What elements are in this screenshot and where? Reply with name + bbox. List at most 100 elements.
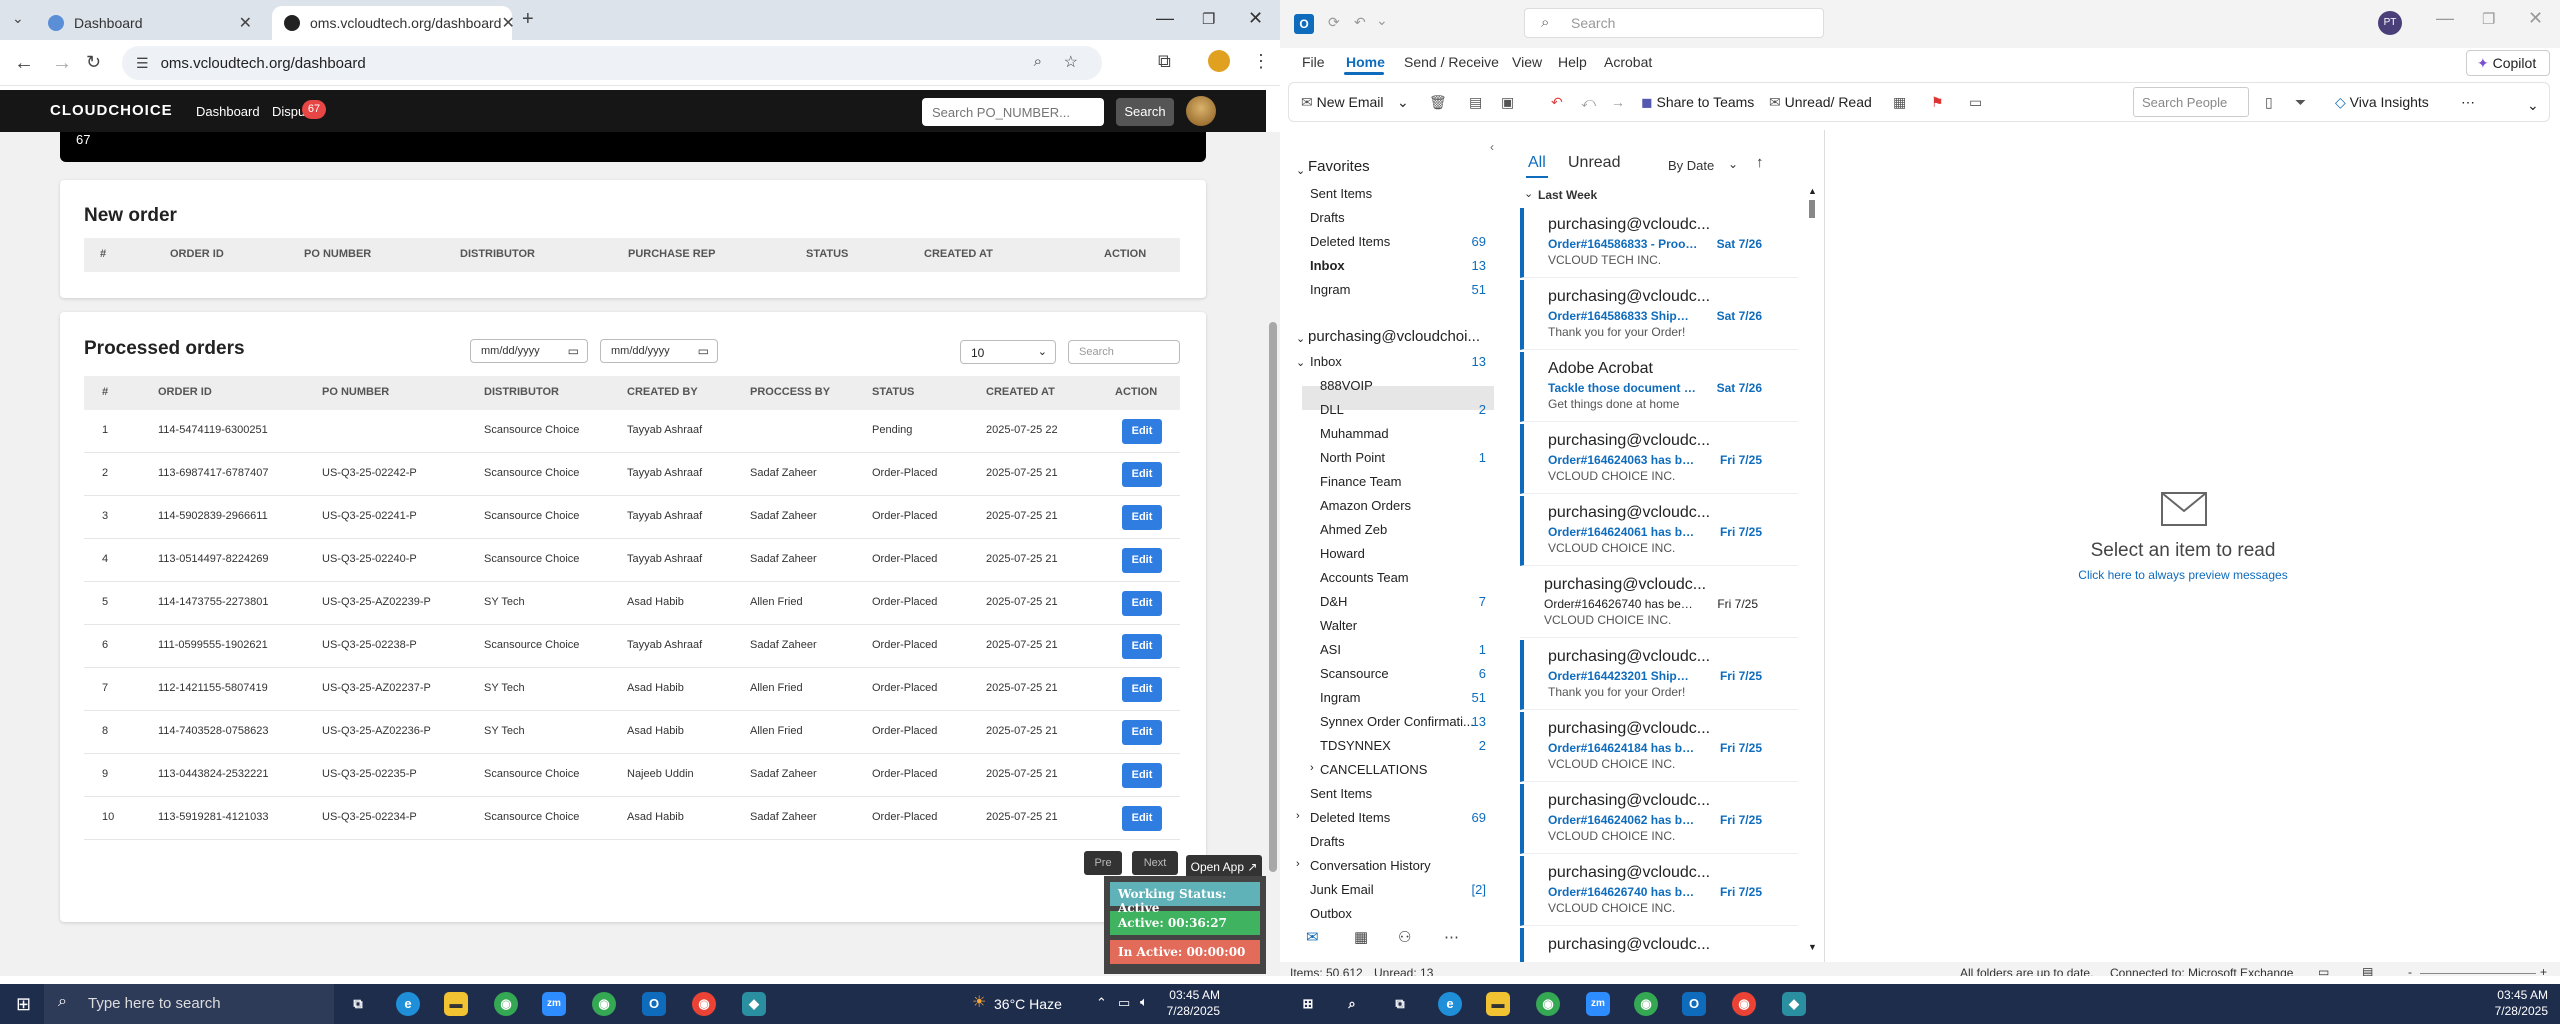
app-icon[interactable]: ◆ <box>742 992 766 1016</box>
scroll-up-icon[interactable]: ▲ <box>1808 186 1817 196</box>
calendar-icon[interactable]: ▭ <box>698 344 709 358</box>
root-folder[interactable]: Junk Email <box>1310 882 1374 897</box>
subfolder[interactable]: Accounts Team <box>1320 570 1409 585</box>
favorite-folder[interactable]: Drafts <box>1310 210 1345 225</box>
inbox-folder[interactable]: Inbox <box>1310 354 1342 369</box>
edit-button[interactable]: Edit <box>1122 462 1162 487</box>
filter-all-tab[interactable]: All <box>1528 154 1546 172</box>
subfolder[interactable]: Ahmed Zeb <box>1320 522 1387 537</box>
menu-acrobat[interactable]: Acrobat <box>1604 54 1652 70</box>
edit-button[interactable]: Edit <box>1122 677 1162 702</box>
edit-button[interactable]: Edit <box>1122 548 1162 573</box>
clock-date[interactable]: 7/28/2025 <box>2480 1004 2548 1018</box>
address-book-icon[interactable]: ▯ <box>2265 94 2273 111</box>
file-explorer-icon[interactable]: ▬ <box>1486 992 1510 1016</box>
edge-icon[interactable]: e <box>396 992 420 1016</box>
message-item[interactable]: purchasing@vcloudc... Order#164423201 Shi… <box>1520 640 1798 710</box>
calendar-nav-icon[interactable]: ▦ <box>1354 928 1368 946</box>
maximize-icon[interactable]: ❐ <box>1202 10 1215 28</box>
edit-button[interactable]: Edit <box>1122 806 1162 831</box>
subfolder[interactable]: North Point <box>1320 450 1385 465</box>
date-from-input[interactable]: mm/dd/yyyy ▭ <box>470 339 588 363</box>
close-window-icon[interactable]: ✕ <box>2528 8 2543 29</box>
favorite-folder[interactable]: Inbox <box>1310 258 1345 273</box>
search-people-input[interactable]: Search People <box>2133 87 2249 117</box>
zoom-icon[interactable]: ⌕ <box>1034 53 1042 70</box>
volume-icon[interactable]: 🔈︎ <box>1140 994 1148 1010</box>
collapse-pane-icon[interactable]: ‹ <box>1490 140 1494 154</box>
outlook-search-box[interactable]: ⌕ Search <box>1524 8 1824 38</box>
edit-button[interactable]: Edit <box>1122 505 1162 530</box>
page-scrollbar[interactable] <box>1266 132 1280 976</box>
sort-direction-icon[interactable]: ↑ <box>1756 154 1764 171</box>
subfolder[interactable]: TDSYNNEX <box>1320 738 1391 753</box>
windows-start-icon[interactable]: ⊞ <box>1296 992 1320 1016</box>
favorite-folder[interactable]: Deleted Items <box>1310 234 1390 249</box>
message-item[interactable]: purchasing@vcloudc... Order#164624062 has… <box>1520 784 1798 854</box>
new-email-dropdown-icon[interactable]: ⌄ <box>1397 94 1409 111</box>
subfolder[interactable]: DLL <box>1320 402 1344 417</box>
menu-send-receive[interactable]: Send / Receive <box>1404 54 1499 70</box>
subfolder[interactable]: Muhammad <box>1320 426 1389 441</box>
scroll-thumb[interactable] <box>1269 322 1277 872</box>
rules-icon[interactable]: ▭ <box>1969 94 1982 111</box>
message-item[interactable]: purchasing@vcloudc... Order#164624063 has… <box>1520 424 1798 494</box>
subfolder[interactable]: ASI <box>1320 642 1341 657</box>
close-tab-icon[interactable]: ✕ <box>239 13 252 33</box>
edit-button[interactable]: Edit <box>1122 591 1162 616</box>
network-icon[interactable]: ▭ <box>1118 995 1130 1011</box>
new-email-button[interactable]: ✉ New Email <box>1301 94 1384 111</box>
normal-view-icon[interactable]: ▭ <box>2318 965 2329 976</box>
search-icon[interactable]: ⌕ <box>1340 992 1364 1016</box>
windows-start-icon[interactable]: ⊞ <box>16 994 31 1015</box>
filter-email-icon[interactable]: ⏷ <box>2295 94 2306 111</box>
taskbar-search-box[interactable]: ⌕ Type here to search <box>44 984 334 1024</box>
scroll-down-icon[interactable]: ▼ <box>1808 942 1817 952</box>
scroll-thumb[interactable] <box>1809 200 1815 218</box>
more-options-icon[interactable]: ⋯ <box>2461 94 2475 111</box>
menu-help[interactable]: Help <box>1558 54 1587 70</box>
maximize-icon[interactable]: ❐ <box>2482 10 2495 28</box>
filter-unread-tab[interactable]: Unread <box>1568 154 1620 172</box>
zoom-app-icon[interactable]: zm <box>1586 992 1610 1016</box>
extensions-icon[interactable]: ⧉ <box>1158 51 1171 72</box>
subfolder[interactable]: D&H <box>1320 594 1347 609</box>
zoom-slider[interactable] <box>2420 973 2536 974</box>
task-view-icon[interactable]: ⧉ <box>1388 992 1412 1016</box>
site-info-icon[interactable]: ☰ <box>136 55 149 72</box>
message-item[interactable]: purchasing@vcloudc... Order#164626740 has… <box>1520 568 1798 638</box>
account-collapse-icon[interactable]: ⌄ <box>1296 332 1305 345</box>
bookmark-star-icon[interactable]: ☆ <box>1064 52 1078 72</box>
close-tab-icon[interactable]: ✕ <box>501 13 514 33</box>
forward-icon[interactable]: → <box>1611 94 1625 110</box>
message-list-scrollbar[interactable]: ▲ ▼ <box>1806 186 1818 956</box>
nav-dashboard[interactable]: Dashboard <box>196 104 260 119</box>
date-to-input[interactable]: mm/dd/yyyy ▭ <box>600 339 718 363</box>
forward-icon[interactable]: → <box>52 52 72 75</box>
undo-icon[interactable]: ↶ <box>1354 14 1366 31</box>
po-number-search-input[interactable] <box>922 98 1104 126</box>
root-folder[interactable]: Drafts <box>1310 834 1345 849</box>
archive-icon[interactable]: ▤ <box>1469 94 1482 111</box>
subfolder[interactable]: Walter <box>1320 618 1357 633</box>
edge-icon[interactable]: e <box>1438 992 1462 1016</box>
sort-by-date[interactable]: By Date <box>1668 158 1714 173</box>
viva-insights-button[interactable]: ◇ Viva Insights <box>2335 94 2429 111</box>
task-view-icon[interactable]: ⧉ <box>346 992 370 1016</box>
clock-time[interactable]: 03:45 AM <box>1160 988 1220 1002</box>
chrome-icon[interactable]: ◉ <box>1536 992 1560 1016</box>
file-explorer-icon[interactable]: ▬ <box>444 992 468 1016</box>
reply-icon[interactable]: ↶ <box>1551 94 1563 111</box>
menu-file[interactable]: File <box>1302 54 1325 70</box>
root-folder[interactable]: Outbox <box>1310 906 1352 921</box>
message-item[interactable]: purchasing@vcloudc... Order#164624061 has… <box>1520 496 1798 566</box>
orders-search-input[interactable]: Search <box>1068 340 1180 364</box>
url-field[interactable]: ☰ oms.vcloudtech.org/dashboard ⌕ ☆ <box>122 46 1102 80</box>
clock-date[interactable]: 7/28/2025 <box>1156 1004 1220 1018</box>
zoom-app-icon[interactable]: zm <box>542 992 566 1016</box>
folder-expand-icon[interactable]: › <box>1296 858 1300 870</box>
nav-disputes[interactable]: Dispu <box>272 104 305 119</box>
inbox-collapse-icon[interactable]: ⌄ <box>1296 356 1305 369</box>
subfolder[interactable]: Finance Team <box>1320 474 1401 489</box>
chrome-icon[interactable]: ◉ <box>494 992 518 1016</box>
